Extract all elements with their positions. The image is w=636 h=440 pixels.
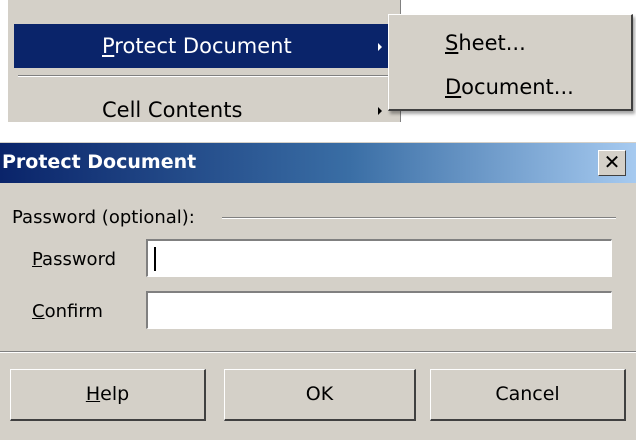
help-button[interactable]: Help bbox=[10, 369, 206, 421]
menu-item-label: Protect Document bbox=[102, 34, 292, 58]
submenu-arrow-icon bbox=[378, 107, 382, 115]
menu-item-cell-contents[interactable]: Cell Contents bbox=[14, 88, 394, 132]
submenu-item-sheet[interactable]: Sheet... bbox=[445, 29, 526, 57]
close-button[interactable]: ✕ bbox=[598, 150, 626, 176]
submenu-item-document[interactable]: Document... bbox=[445, 73, 574, 101]
menu-separator bbox=[18, 75, 394, 77]
dialog-titlebar[interactable]: Protect Document ✕ bbox=[0, 143, 636, 183]
group-label: Password (optional): bbox=[12, 207, 195, 228]
context-menu: Protect Document Cell Contents bbox=[8, 0, 401, 122]
dialog-title: Protect Document bbox=[2, 151, 197, 173]
confirm-field[interactable] bbox=[146, 291, 612, 329]
close-icon: ✕ bbox=[603, 150, 621, 174]
password-field[interactable] bbox=[146, 239, 612, 277]
cancel-button[interactable]: Cancel bbox=[430, 369, 626, 421]
text-caret bbox=[154, 247, 156, 271]
menu-area: Protect Document Cell Contents Sheet... … bbox=[0, 0, 636, 122]
protect-document-dialog: Protect Document ✕ Password (optional): … bbox=[0, 142, 636, 440]
submenu-arrow-icon bbox=[378, 43, 382, 51]
password-label: Password bbox=[32, 249, 117, 270]
ok-button[interactable]: OK bbox=[224, 369, 416, 421]
menu-item-label: Cell Contents bbox=[102, 98, 243, 122]
group-divider bbox=[222, 217, 616, 219]
submenu: Sheet... Document... bbox=[388, 14, 633, 111]
confirm-label: Confirm bbox=[32, 301, 103, 322]
menu-item-protect-document[interactable]: Protect Document bbox=[14, 24, 394, 68]
dialog-separator bbox=[0, 351, 636, 353]
